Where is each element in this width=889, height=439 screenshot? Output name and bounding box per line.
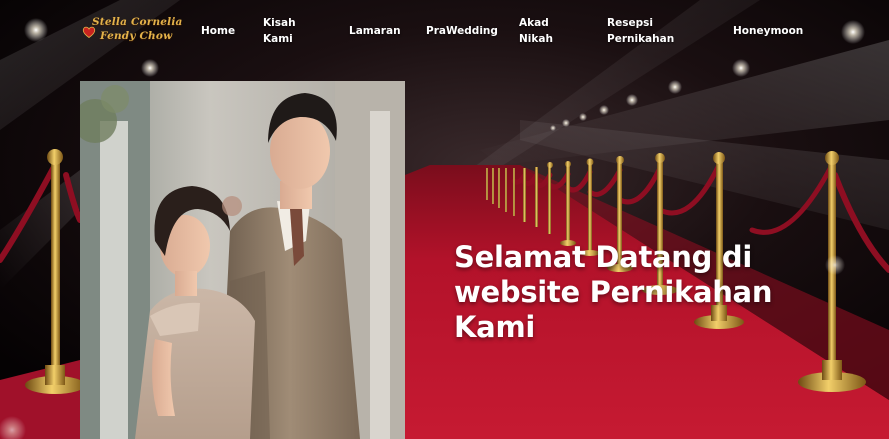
nav-home-label: Home: [201, 25, 236, 37]
nav-prawedding[interactable]: PraWedding: [426, 23, 498, 39]
nav-honeymoon-label: Honeymoon: [733, 25, 804, 37]
nav-resepsi-label-2: Pernikahan: [607, 33, 675, 45]
brand-logo[interactable]: Stella Cornelia Fendy Chow: [82, 14, 182, 48]
brand-name-line1: Stella Cornelia: [92, 16, 183, 28]
couple-photo: [80, 81, 405, 439]
nav-kisah-label-2: Kami: [263, 33, 293, 45]
hero-line-3: Kami: [454, 310, 535, 345]
nav-akad-label-1: Akad: [519, 17, 549, 29]
hero-line-2: website Pernikahan: [454, 275, 773, 310]
site-header: Stella Cornelia Fendy Chow Home Kisah Ka…: [0, 0, 889, 70]
nav-home[interactable]: Home: [201, 23, 235, 39]
nav-akad-label-2: Nikah: [519, 33, 553, 45]
brand-name-line2: Fendy Chow: [100, 30, 173, 42]
nav-lamaran-label: Lamaran: [349, 25, 401, 37]
nav-resepsi-label-1: Resepsi: [607, 17, 653, 29]
hero-headline: Selamat Datang di website Pernikahan Kam…: [454, 240, 814, 345]
nav-lamaran[interactable]: Lamaran: [349, 23, 401, 39]
nav-honeymoon[interactable]: Honeymoon: [733, 23, 803, 39]
nav-kisah-label-1: Kisah: [263, 17, 296, 29]
hero-line-1: Selamat Datang di: [454, 240, 752, 275]
nav-resepsi-pernikahan[interactable]: Resepsi Pernikahan: [607, 15, 674, 47]
nav-akad-nikah[interactable]: Akad Nikah: [519, 15, 553, 47]
nav-prawedding-label: PraWedding: [426, 25, 498, 37]
nav-kisah-kami[interactable]: Kisah Kami: [263, 15, 296, 47]
